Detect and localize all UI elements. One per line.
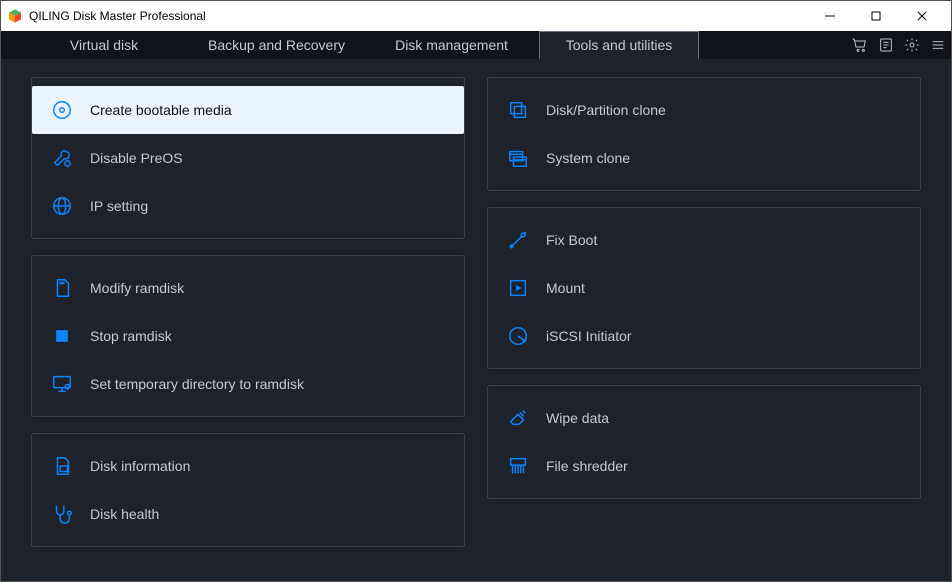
stethoscope-icon: [50, 502, 74, 526]
minimize-button[interactable]: [807, 1, 853, 31]
shredder-icon: [506, 454, 530, 478]
panel-fix: Fix Boot Mount iSCSI Initiator: [487, 207, 921, 369]
item-mount[interactable]: Mount: [488, 264, 920, 312]
item-label: Modify ramdisk: [90, 280, 184, 296]
menu-icon[interactable]: [925, 31, 951, 59]
close-button[interactable]: [899, 1, 945, 31]
item-label: System clone: [546, 150, 630, 166]
item-label: Disk/Partition clone: [546, 102, 666, 118]
document-icon: [50, 454, 74, 478]
item-label: Wipe data: [546, 410, 609, 426]
window-title: QILING Disk Master Professional: [29, 9, 807, 23]
stop-icon: [50, 324, 74, 348]
left-column: Create bootable media Disable PreOS IP s…: [31, 77, 465, 547]
panel-boot: Create bootable media Disable PreOS IP s…: [31, 77, 465, 239]
content-area: Create bootable media Disable PreOS IP s…: [1, 59, 951, 565]
item-label: Stop ramdisk: [90, 328, 172, 344]
item-create-bootable-media[interactable]: Create bootable media: [32, 86, 464, 134]
item-modify-ramdisk[interactable]: Modify ramdisk: [32, 264, 464, 312]
item-label: iSCSI Initiator: [546, 328, 632, 344]
item-file-shredder[interactable]: File shredder: [488, 442, 920, 490]
item-stop-ramdisk[interactable]: Stop ramdisk: [32, 312, 464, 360]
panel-ramdisk: Modify ramdisk Stop ramdisk Set temporar…: [31, 255, 465, 417]
eraser-icon: [506, 406, 530, 430]
wrench-gear-icon: [50, 146, 74, 170]
item-label: File shredder: [546, 458, 628, 474]
item-label: Disk information: [90, 458, 190, 474]
screwdriver-icon: [506, 228, 530, 252]
panel-wipe: Wipe data File shredder: [487, 385, 921, 499]
item-disk-partition-clone[interactable]: Disk/Partition clone: [488, 86, 920, 134]
item-fix-boot[interactable]: Fix Boot: [488, 216, 920, 264]
maximize-button[interactable]: [853, 1, 899, 31]
log-icon[interactable]: [873, 31, 899, 59]
disk-icon: [506, 324, 530, 348]
tab-backup-recovery[interactable]: Backup and Recovery: [189, 31, 364, 59]
tab-virtual-disk[interactable]: Virtual disk: [19, 31, 189, 59]
item-ip-setting[interactable]: IP setting: [32, 182, 464, 230]
disc-icon: [50, 98, 74, 122]
settings-icon[interactable]: [899, 31, 925, 59]
monitor-gear-icon: [50, 372, 74, 396]
globe-icon: [50, 194, 74, 218]
item-set-temp-ramdisk[interactable]: Set temporary directory to ramdisk: [32, 360, 464, 408]
item-label: Mount: [546, 280, 585, 296]
tab-tools-utilities[interactable]: Tools and utilities: [539, 31, 699, 59]
item-label: Fix Boot: [546, 232, 597, 248]
item-label: Disable PreOS: [90, 150, 183, 166]
item-label: Disk health: [90, 506, 159, 522]
panel-clone: Disk/Partition clone System clone: [487, 77, 921, 191]
cart-icon[interactable]: [847, 31, 873, 59]
app-logo-icon: [7, 8, 23, 24]
item-system-clone[interactable]: System clone: [488, 134, 920, 182]
window-copy-icon: [506, 146, 530, 170]
titlebar: QILING Disk Master Professional: [1, 1, 951, 31]
item-disk-health[interactable]: Disk health: [32, 490, 464, 538]
item-disable-preos[interactable]: Disable PreOS: [32, 134, 464, 182]
tabbar: Virtual disk Backup and Recovery Disk ma…: [1, 31, 951, 59]
copy-icon: [506, 98, 530, 122]
right-column: Disk/Partition clone System clone Fix Bo…: [487, 77, 921, 547]
play-icon: [506, 276, 530, 300]
item-disk-information[interactable]: Disk information: [32, 442, 464, 490]
item-label: IP setting: [90, 198, 148, 214]
tab-disk-management[interactable]: Disk management: [364, 31, 539, 59]
item-label: Create bootable media: [90, 102, 232, 118]
item-label: Set temporary directory to ramdisk: [90, 376, 304, 392]
panel-disk-info: Disk information Disk health: [31, 433, 465, 547]
item-iscsi-initiator[interactable]: iSCSI Initiator: [488, 312, 920, 360]
item-wipe-data[interactable]: Wipe data: [488, 394, 920, 442]
sdcard-icon: [50, 276, 74, 300]
